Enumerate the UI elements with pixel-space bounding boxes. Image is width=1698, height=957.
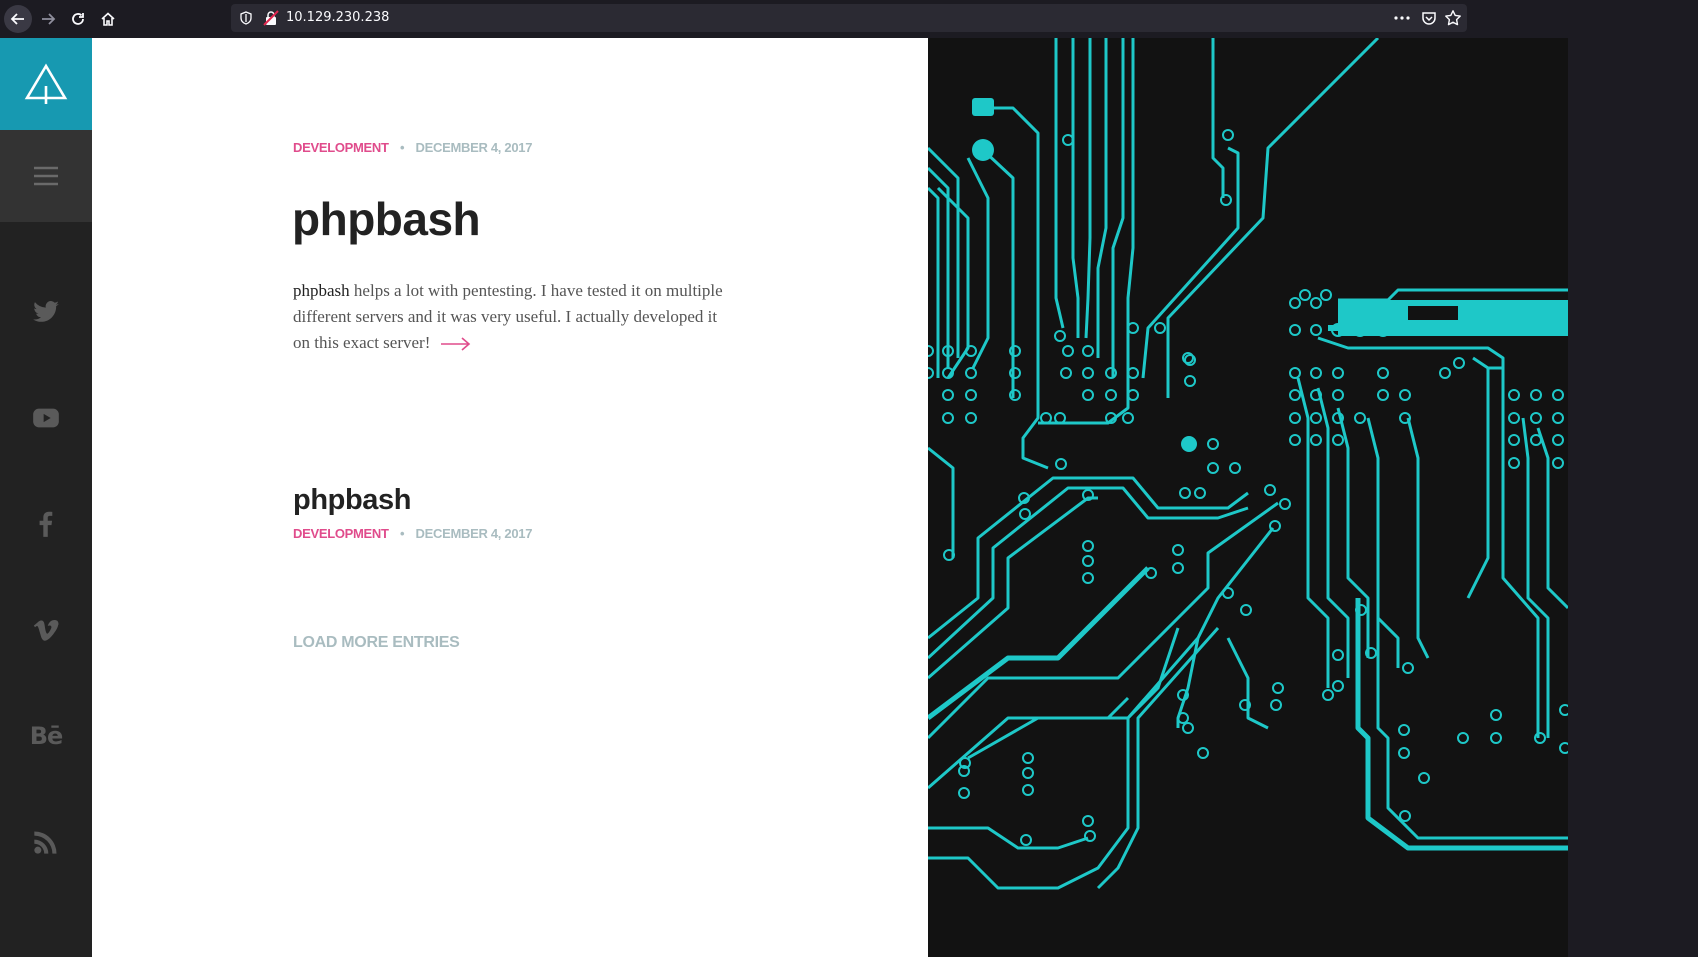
rss-icon bbox=[34, 831, 57, 854]
vimeo-link[interactable] bbox=[0, 605, 92, 655]
more-icon[interactable] bbox=[1393, 10, 1411, 26]
menu-button[interactable] bbox=[0, 130, 92, 222]
star-icon[interactable] bbox=[1444, 9, 1462, 27]
main-content: DEVELOPMENT • DECEMBER 4, 2017 phpbash p… bbox=[92, 38, 928, 957]
back-arrow-icon bbox=[10, 13, 24, 25]
url-text[interactable]: 10.129.230.238 bbox=[286, 10, 389, 25]
behance-icon: Bē bbox=[29, 722, 64, 750]
post-excerpt: phpbash helps a lot with pentesting. I h… bbox=[293, 278, 733, 356]
shield-icon[interactable] bbox=[239, 11, 253, 25]
url-bar[interactable]: 10.129.230.238 bbox=[231, 4, 1467, 32]
circuit-board-art bbox=[928, 38, 1568, 890]
second-post-category-link[interactable]: DEVELOPMENT bbox=[293, 526, 389, 541]
excerpt-lead: phpbash bbox=[293, 281, 350, 300]
read-more-arrow-icon[interactable] bbox=[440, 336, 472, 352]
twitter-link[interactable] bbox=[0, 287, 92, 337]
home-button[interactable] bbox=[94, 5, 122, 33]
facebook-icon bbox=[39, 511, 53, 537]
youtube-icon bbox=[33, 408, 59, 428]
facebook-link[interactable] bbox=[0, 499, 92, 549]
tree-logo-icon bbox=[24, 63, 68, 104]
sidebar: Bē bbox=[0, 38, 92, 957]
second-post-title-link[interactable]: phpbash bbox=[293, 484, 411, 517]
post-date-link[interactable]: DECEMBER 4, 2017 bbox=[416, 140, 533, 155]
meta-separator: • bbox=[399, 140, 405, 155]
second-post-date-link[interactable]: DECEMBER 4, 2017 bbox=[416, 526, 533, 541]
post-meta: DEVELOPMENT • DECEMBER 4, 2017 bbox=[293, 140, 532, 155]
insecure-lock-icon[interactable] bbox=[263, 10, 279, 26]
logo-button[interactable] bbox=[0, 38, 92, 130]
browser-toolbar: 10.129.230.238 bbox=[0, 0, 1698, 38]
behance-link[interactable]: Bē bbox=[0, 711, 92, 761]
excerpt-text: helps a lot with pentesting. I have test… bbox=[293, 281, 723, 352]
twitter-icon bbox=[33, 301, 59, 322]
post-title-link[interactable]: phpbash bbox=[292, 192, 481, 246]
reload-button[interactable] bbox=[64, 5, 92, 33]
load-more-button[interactable]: LOAD MORE ENTRIES bbox=[293, 634, 460, 652]
forward-button[interactable] bbox=[34, 5, 62, 33]
hamburger-menu-icon bbox=[34, 166, 58, 186]
back-button[interactable] bbox=[4, 5, 32, 33]
home-icon bbox=[101, 12, 115, 26]
reload-icon bbox=[72, 13, 84, 25]
vimeo-icon bbox=[33, 619, 59, 641]
rss-link[interactable] bbox=[0, 817, 92, 867]
meta-separator: • bbox=[399, 526, 405, 541]
second-post-meta: DEVELOPMENT • DECEMBER 4, 2017 bbox=[293, 526, 532, 541]
forward-arrow-icon bbox=[42, 13, 56, 25]
hero-image bbox=[928, 38, 1568, 957]
post-category-link[interactable]: DEVELOPMENT bbox=[293, 140, 389, 155]
youtube-link[interactable] bbox=[0, 393, 92, 443]
pocket-icon[interactable] bbox=[1421, 10, 1437, 26]
window-edge bbox=[1568, 38, 1698, 957]
